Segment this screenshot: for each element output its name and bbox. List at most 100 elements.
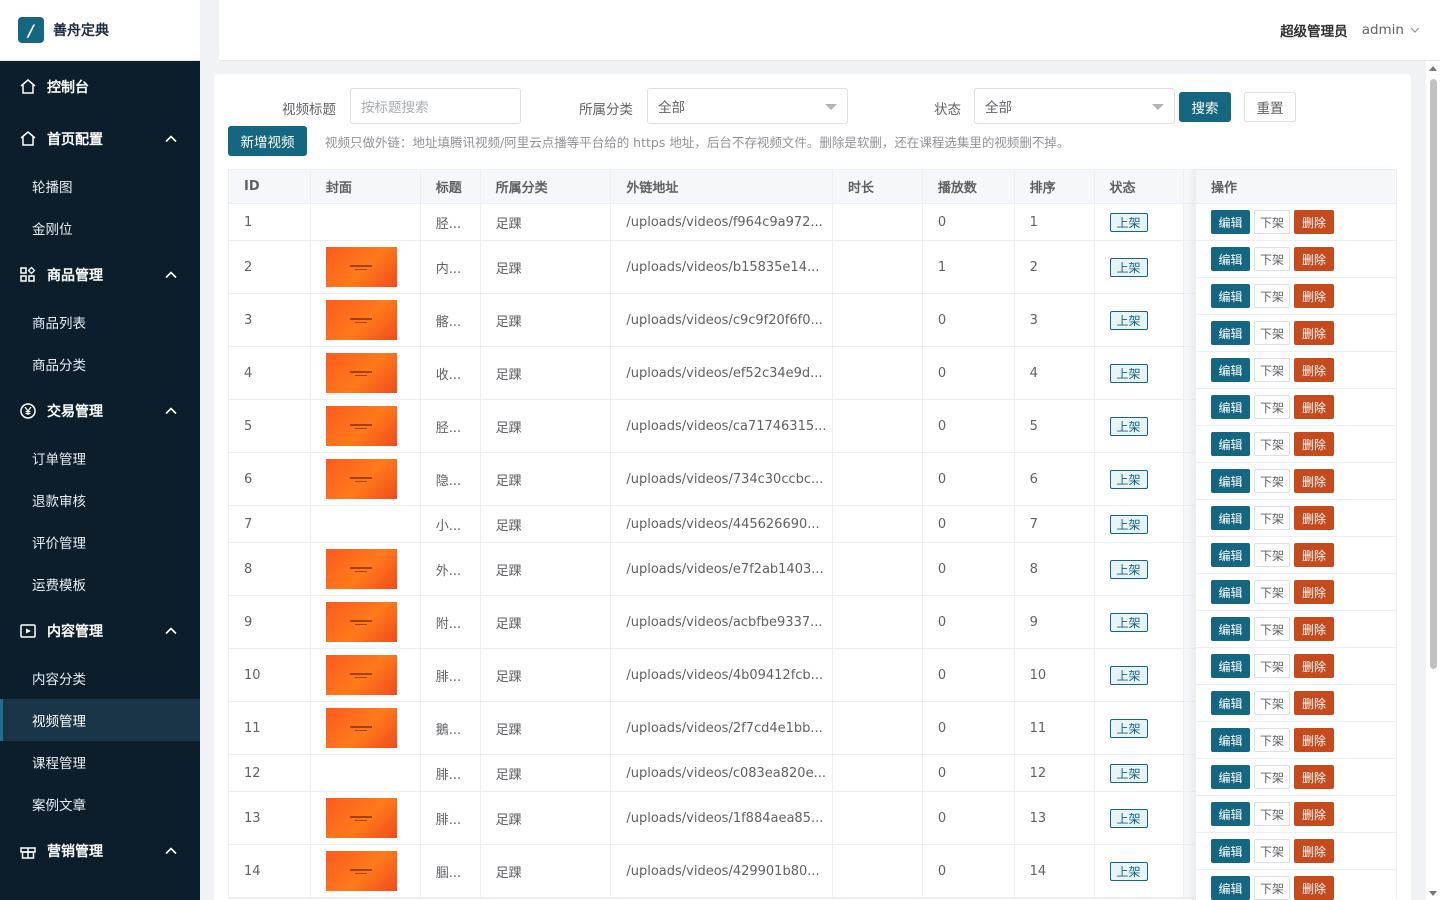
status-select[interactable]: 全部 bbox=[974, 88, 1175, 124]
unpublish-button[interactable]: 下架 bbox=[1254, 728, 1290, 752]
cover-thumbnail[interactable] bbox=[325, 549, 397, 589]
delete-button[interactable]: 删除 bbox=[1294, 876, 1334, 900]
scroll-down-icon[interactable] bbox=[1429, 891, 1437, 896]
cover-thumbnail[interactable] bbox=[325, 247, 397, 287]
sidebar-item-5[interactable]: 商品列表 bbox=[0, 301, 200, 343]
add-video-button[interactable]: 新增视频 bbox=[228, 126, 307, 156]
delete-button[interactable]: 删除 bbox=[1294, 210, 1334, 234]
cover-thumbnail[interactable] bbox=[325, 602, 397, 642]
edit-button[interactable]: 编辑 bbox=[1211, 247, 1250, 271]
delete-button[interactable]: 删除 bbox=[1294, 765, 1334, 789]
delete-button[interactable]: 删除 bbox=[1294, 469, 1334, 493]
edit-button[interactable]: 编辑 bbox=[1211, 543, 1250, 567]
page-scrollbar[interactable] bbox=[1426, 61, 1440, 900]
delete-button[interactable]: 删除 bbox=[1294, 617, 1334, 641]
unpublish-button[interactable]: 下架 bbox=[1254, 210, 1290, 234]
delete-button[interactable]: 删除 bbox=[1294, 506, 1334, 530]
sidebar-group-17[interactable]: 营销管理 bbox=[0, 825, 200, 877]
edit-button[interactable]: 编辑 bbox=[1211, 728, 1250, 752]
unpublish-button[interactable]: 下架 bbox=[1254, 432, 1290, 456]
edit-button[interactable]: 编辑 bbox=[1211, 358, 1250, 382]
unpublish-button[interactable]: 下架 bbox=[1254, 395, 1290, 419]
delete-button[interactable]: 删除 bbox=[1294, 284, 1334, 308]
edit-button[interactable]: 编辑 bbox=[1211, 580, 1250, 604]
unpublish-button[interactable]: 下架 bbox=[1254, 469, 1290, 493]
edit-button[interactable]: 编辑 bbox=[1211, 321, 1250, 345]
scroll-up-icon[interactable] bbox=[1429, 66, 1437, 71]
sidebar-item-10[interactable]: 评价管理 bbox=[0, 521, 200, 563]
unpublish-button[interactable]: 下架 bbox=[1254, 321, 1290, 345]
unpublish-button[interactable]: 下架 bbox=[1254, 765, 1290, 789]
title-search-input[interactable]: 按标题搜索 bbox=[350, 88, 521, 124]
edit-button[interactable]: 编辑 bbox=[1211, 469, 1250, 493]
sidebar-group-1[interactable]: 首页配置 bbox=[0, 113, 200, 165]
sidebar-group-12[interactable]: 内容管理 bbox=[0, 605, 200, 657]
sidebar-item-9[interactable]: 退款审核 bbox=[0, 479, 200, 521]
unpublish-button[interactable]: 下架 bbox=[1254, 802, 1290, 826]
edit-button[interactable]: 编辑 bbox=[1211, 765, 1250, 789]
unpublish-button[interactable]: 下架 bbox=[1254, 617, 1290, 641]
delete-button[interactable]: 删除 bbox=[1294, 654, 1334, 678]
cover-thumbnail[interactable] bbox=[325, 300, 397, 340]
cover-thumbnail[interactable] bbox=[325, 851, 397, 891]
delete-button[interactable]: 删除 bbox=[1294, 247, 1334, 271]
edit-button[interactable]: 编辑 bbox=[1211, 210, 1250, 234]
sidebar-item-6[interactable]: 商品分类 bbox=[0, 343, 200, 385]
sidebar-item-13[interactable]: 内容分类 bbox=[0, 657, 200, 699]
unpublish-button[interactable]: 下架 bbox=[1254, 358, 1290, 382]
edit-button[interactable]: 编辑 bbox=[1211, 691, 1250, 715]
sidebar-item-15[interactable]: 课程管理 bbox=[0, 741, 200, 783]
chevron-down-icon[interactable] bbox=[1410, 25, 1420, 35]
sidebar-group-4[interactable]: 商品管理 bbox=[0, 249, 200, 301]
unpublish-button[interactable]: 下架 bbox=[1254, 691, 1290, 715]
delete-button[interactable]: 删除 bbox=[1294, 802, 1334, 826]
unpublish-button[interactable]: 下架 bbox=[1254, 284, 1290, 308]
sidebar-group-7[interactable]: 交易管理 bbox=[0, 385, 200, 437]
sidebar-item-16[interactable]: 案例文章 bbox=[0, 783, 200, 825]
category-select[interactable]: 全部 bbox=[647, 88, 848, 124]
edit-button[interactable]: 编辑 bbox=[1211, 839, 1250, 863]
unpublish-button[interactable]: 下架 bbox=[1254, 506, 1290, 530]
cover-thumbnail[interactable] bbox=[325, 406, 397, 446]
sidebar-item-11[interactable]: 运费模板 bbox=[0, 563, 200, 605]
search-button[interactable]: 搜索 bbox=[1179, 92, 1231, 122]
unpublish-button[interactable]: 下架 bbox=[1254, 654, 1290, 678]
sidebar-item-8[interactable]: 订单管理 bbox=[0, 437, 200, 479]
scroll-thumb[interactable] bbox=[1430, 79, 1437, 669]
unpublish-button[interactable]: 下架 bbox=[1254, 543, 1290, 567]
cover-thumbnail[interactable] bbox=[325, 459, 397, 499]
logo[interactable]: / 善舟定典 bbox=[0, 0, 200, 61]
sidebar-item-3[interactable]: 金刚位 bbox=[0, 207, 200, 249]
cover-thumbnail[interactable] bbox=[325, 655, 397, 695]
unpublish-button[interactable]: 下架 bbox=[1254, 839, 1290, 863]
cover-thumbnail[interactable] bbox=[325, 798, 397, 838]
unpublish-button[interactable]: 下架 bbox=[1254, 247, 1290, 271]
edit-button[interactable]: 编辑 bbox=[1211, 395, 1250, 419]
delete-button[interactable]: 删除 bbox=[1294, 543, 1334, 567]
delete-button[interactable]: 删除 bbox=[1294, 358, 1334, 382]
delete-button[interactable]: 删除 bbox=[1294, 395, 1334, 419]
edit-button[interactable]: 编辑 bbox=[1211, 617, 1250, 641]
edit-button[interactable]: 编辑 bbox=[1211, 654, 1250, 678]
sidebar-group-0[interactable]: 控制台 bbox=[0, 61, 200, 113]
plays-cell: 0 bbox=[923, 543, 1015, 595]
reset-button[interactable]: 重置 bbox=[1244, 92, 1296, 122]
edit-button[interactable]: 编辑 bbox=[1211, 284, 1250, 308]
cover-thumbnail[interactable] bbox=[325, 353, 397, 393]
delete-button[interactable]: 删除 bbox=[1294, 432, 1334, 456]
sidebar-item-2[interactable]: 轮播图 bbox=[0, 165, 200, 207]
cover-thumbnail[interactable] bbox=[325, 708, 397, 748]
unpublish-button[interactable]: 下架 bbox=[1254, 580, 1290, 604]
delete-button[interactable]: 删除 bbox=[1294, 691, 1334, 715]
unpublish-button[interactable]: 下架 bbox=[1254, 876, 1290, 900]
edit-button[interactable]: 编辑 bbox=[1211, 876, 1250, 900]
delete-button[interactable]: 删除 bbox=[1294, 728, 1334, 752]
delete-button[interactable]: 删除 bbox=[1294, 321, 1334, 345]
delete-button[interactable]: 删除 bbox=[1294, 839, 1334, 863]
edit-button[interactable]: 编辑 bbox=[1211, 432, 1250, 456]
user-menu[interactable]: admin bbox=[1362, 22, 1404, 38]
sidebar-item-14[interactable]: 视频管理 bbox=[0, 699, 200, 741]
edit-button[interactable]: 编辑 bbox=[1211, 802, 1250, 826]
delete-button[interactable]: 删除 bbox=[1294, 580, 1334, 604]
edit-button[interactable]: 编辑 bbox=[1211, 506, 1250, 530]
